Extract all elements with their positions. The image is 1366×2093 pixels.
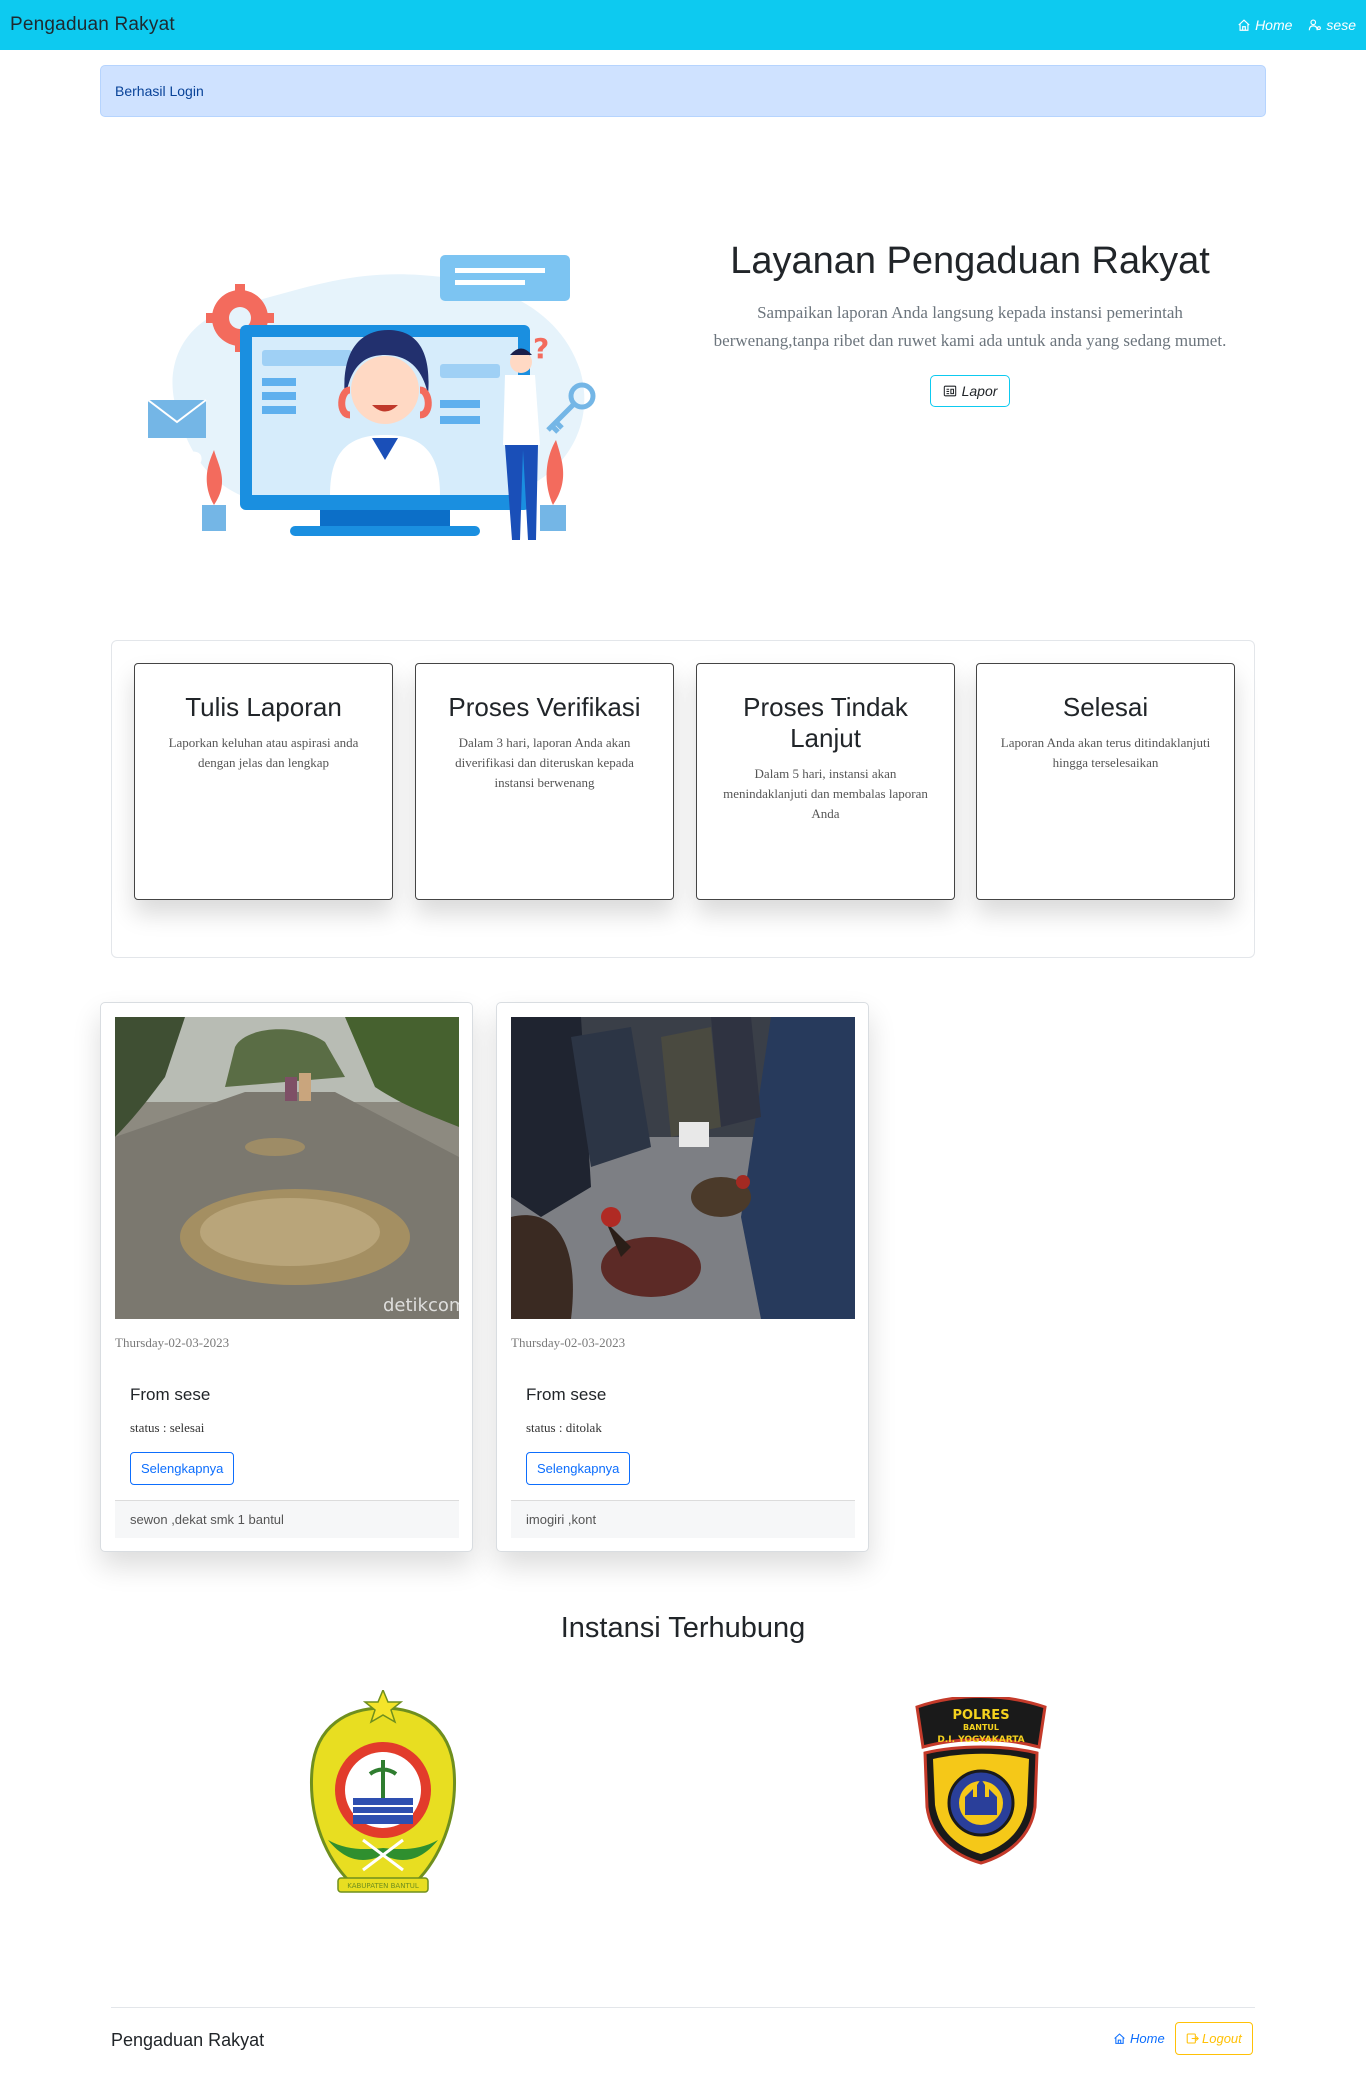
- bantul-logo-text: KABUPATEN BANTUL: [347, 1882, 419, 1890]
- footer-brand[interactable]: Pengaduan Rakyat: [111, 2030, 264, 2051]
- logout-label: Logout: [1202, 2031, 1242, 2046]
- step-title: Proses Tindak Lanjut: [743, 692, 908, 753]
- footer-divider: [111, 2007, 1255, 2008]
- step-card-proses-tindak-lanjut: Proses Tindak Lanjut Dalam 5 hari, insta…: [696, 663, 955, 900]
- footer-home-link[interactable]: Home: [1113, 2031, 1165, 2046]
- success-alert: Berhasil Login: [100, 65, 1266, 117]
- selengkapnya-button[interactable]: Selengkapnya: [130, 1452, 235, 1485]
- logout-button[interactable]: Logout: [1175, 2022, 1253, 2055]
- hero-title: Layanan Pengaduan Rakyat: [730, 240, 1210, 282]
- step-title: Proses Verifikasi: [448, 692, 641, 722]
- alert-text: Berhasil Login: [115, 83, 204, 99]
- lapor-label: Lapor: [961, 383, 998, 399]
- footer-home-label: Home: [1130, 2031, 1165, 2046]
- hero-subtitle-line1: Sampaikan laporan Anda langsung kepada i…: [757, 303, 1183, 322]
- report-date: Thursday-02-03-2023: [115, 1335, 230, 1350]
- report-status: status : selesai: [130, 1420, 205, 1435]
- polres-logo-top: POLRES: [952, 1708, 1009, 1723]
- lapor-button[interactable]: Lapor: [929, 375, 1011, 407]
- home-icon: [1238, 19, 1250, 31]
- instansi-title: Instansi Terhubung: [560, 1612, 806, 1644]
- step-title: Selesai: [1062, 692, 1149, 722]
- users-gear-icon: [1309, 19, 1322, 31]
- customer-service-illustration: ? ?: [147, 255, 596, 540]
- hero-subtitle: Sampaikan laporan Anda langsung kepada i…: [680, 299, 1260, 355]
- steps-section: Tulis Laporan Laporkan keluhan atau aspi…: [111, 640, 1255, 958]
- navbar: Pengaduan Rakyat Home sese: [0, 0, 1366, 50]
- report-photo-pothole[interactable]: detikcom: [115, 1017, 459, 1319]
- selengkapnya-button[interactable]: Selengkapnya: [526, 1452, 631, 1485]
- report-from: From sese: [526, 1385, 607, 1404]
- step-card-selesai: Selesai Laporan Anda akan terus ditindak…: [976, 663, 1235, 900]
- report-from: From sese: [130, 1385, 211, 1404]
- photo-watermark: detikcom: [383, 1295, 459, 1316]
- report-date: Thursday-02-03-2023: [511, 1335, 626, 1350]
- report-location: imogiri ,kont: [511, 1500, 855, 1538]
- navbar-links: Home sese: [1237, 17, 1356, 33]
- bantul-regency-logo[interactable]: KABUPATEN BANTUL: [308, 1690, 458, 1902]
- nav-home-link[interactable]: Home: [1237, 17, 1292, 33]
- svg-text:?: ?: [533, 332, 549, 365]
- report-card: Thursday-02-03-2023 From sese status : d…: [496, 1002, 869, 1552]
- report-icon: [943, 385, 956, 397]
- step-description: Laporkan keluhan atau aspirasi anda deng…: [168, 735, 359, 770]
- nav-home-label: Home: [1255, 17, 1293, 33]
- svg-text:?: ?: [182, 445, 204, 489]
- step-description: Laporan Anda akan terus ditindaklanjuti …: [1000, 735, 1211, 770]
- hero-section: Layanan Pengaduan Rakyat Sampaikan lapor…: [680, 240, 1260, 407]
- hero-subtitle-line2: berwenang,tanpa ribet dan ruwet kami ada…: [713, 331, 1227, 350]
- polres-logo-sub: BANTUL: [963, 1723, 999, 1732]
- report-card: detikcom Thursday-02-03-2023 From sese s…: [100, 1002, 473, 1552]
- logout-icon: [1186, 2033, 1199, 2044]
- step-card-proses-verifikasi: Proses Verifikasi Dalam 3 hari, laporan …: [415, 663, 674, 900]
- polres-bantul-logo[interactable]: POLRES BANTUL D.I. YOGYAKARTA: [913, 1697, 1049, 1865]
- step-title: Tulis Laporan: [185, 692, 342, 722]
- step-description: Dalam 5 hari, instansi akan menindaklanj…: [723, 766, 928, 821]
- home-icon: [1114, 2033, 1125, 2044]
- chat-bubble-icon: [440, 255, 570, 301]
- report-photo-cockfight[interactable]: [511, 1017, 855, 1319]
- navbar-brand[interactable]: Pengaduan Rakyat: [10, 14, 175, 36]
- nav-user-link[interactable]: sese: [1308, 17, 1356, 33]
- nav-user-label: sese: [1326, 17, 1356, 33]
- polres-logo-region: D.I. YOGYAKARTA: [937, 1735, 1024, 1745]
- step-card-tulis-laporan: Tulis Laporan Laporkan keluhan atau aspi…: [134, 663, 393, 900]
- report-status: status : ditolak: [526, 1420, 602, 1435]
- mail-icon: [147, 399, 207, 438]
- step-description: Dalam 3 hari, laporan Anda akan diverifi…: [455, 735, 634, 790]
- report-location: sewon ,dekat smk 1 bantul: [115, 1500, 459, 1538]
